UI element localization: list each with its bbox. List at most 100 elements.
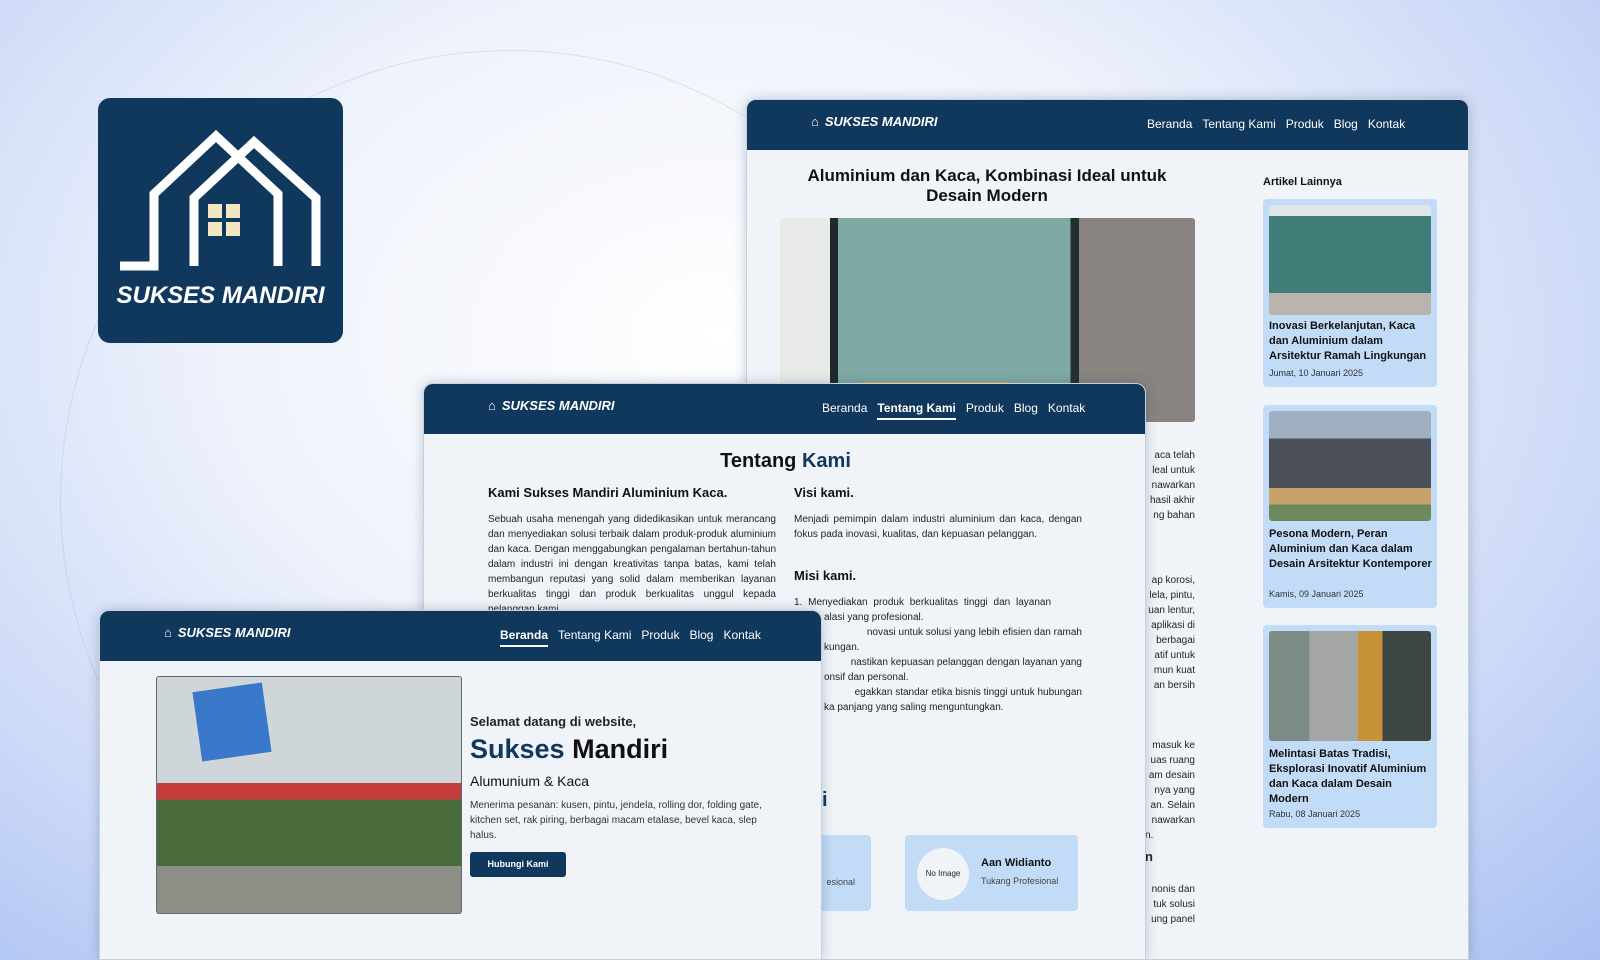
navbar-brand[interactable]: ⌂ SUKSES MANDIRI xyxy=(811,114,938,129)
text-line: lela, pintu, xyxy=(1149,590,1195,601)
brand-name: SUKSES MANDIRI xyxy=(824,114,938,129)
navbar-brand[interactable]: ⌂ SUKSES MANDIRI xyxy=(164,625,291,640)
nav-menu: Beranda Tentang Kami Produk Blog Kontak xyxy=(500,628,761,647)
misi-item: alasi yang profesional. xyxy=(824,612,924,623)
title-accent: Kami xyxy=(801,450,851,472)
misi-list: 1. Menyediakan produk berkualitas tinggi… xyxy=(794,595,1082,715)
article-title: Aluminium dan Kaca, Kombinasi Ideal untu… xyxy=(807,166,1167,205)
nav-tentang[interactable]: Tentang Kami xyxy=(1202,117,1275,134)
section-heading: n xyxy=(1145,849,1153,864)
text-line: tuk solusi xyxy=(1153,899,1195,910)
visi-text: Menjadi pemimpin dalam industri aluminiu… xyxy=(794,514,1082,540)
text-line: ng bahan xyxy=(1153,510,1195,521)
misi-item: ka panjang yang saling menguntungkan. xyxy=(824,702,1004,713)
text-line: uan lentur, xyxy=(1148,605,1195,616)
text-line: nya yang xyxy=(1154,785,1195,796)
hero-description: Menerima pesanan: kusen, pintu, jendela,… xyxy=(470,800,762,841)
avatar: No Image xyxy=(917,848,969,900)
nav-menu: Beranda Tentang Kami Produk Blog Kontak xyxy=(822,401,1085,420)
visi-title: Visi kami. xyxy=(794,485,854,500)
article-card[interactable]: Inovasi Berkelanjutan, Kaca dan Aluminiu… xyxy=(1263,199,1437,387)
house-logo-icon: ⌂ xyxy=(811,114,819,129)
title-part: Tentang xyxy=(720,450,797,472)
contact-button[interactable]: Hubungi Kami xyxy=(470,852,566,877)
brand-name: SUKSES MANDIRI xyxy=(177,625,291,640)
house-logo-icon: ⌂ xyxy=(164,625,172,640)
misi-item: onsif dan personal. xyxy=(824,672,909,683)
nav-blog[interactable]: Blog xyxy=(1334,117,1358,134)
text-line: atif untuk xyxy=(1154,650,1195,661)
text-line: uas ruang xyxy=(1150,755,1195,766)
article-card-title: Inovasi Berkelanjutan, Kaca dan Aluminiu… xyxy=(1269,320,1427,362)
article-thumbnail xyxy=(1269,411,1431,521)
storefront-photo xyxy=(156,676,462,914)
text-line: nonis dan xyxy=(1151,884,1195,895)
navbar: ⌂ SUKSES MANDIRI Beranda Tentang Kami Produ… xyxy=(100,611,821,661)
text-line: ung panel xyxy=(1151,914,1195,925)
text-line: n. xyxy=(1145,830,1154,841)
nav-blog[interactable]: Blog xyxy=(1014,401,1038,420)
nav-menu: Beranda Tentang Kami Produk Blog Kontak xyxy=(1147,117,1405,134)
nav-kontak[interactable]: Kontak xyxy=(1048,401,1085,420)
brand-logo-tile: SUKSES MANDIRI xyxy=(98,98,343,343)
text-line: nawarkan xyxy=(1151,480,1195,491)
nav-beranda[interactable]: Beranda xyxy=(500,628,549,647)
article-card[interactable]: Melintasi Batas Tradisi, Eksplorasi Inov… xyxy=(1263,625,1437,828)
team-heading: i xyxy=(822,789,828,811)
article-card-date: Rabu, 08 Januari 2025 xyxy=(1269,809,1361,819)
navbar: ⌂ SUKSES MANDIRI Beranda Tentang Kami Produ… xyxy=(747,100,1468,150)
sidebar-title: Artikel Lainnya xyxy=(1263,176,1342,188)
article-thumbnail xyxy=(1269,205,1431,315)
page-title: Tentang Kami xyxy=(424,450,1147,473)
nav-beranda[interactable]: Beranda xyxy=(822,401,867,420)
hero-title-part: Mandiri xyxy=(572,734,669,764)
nav-produk[interactable]: Produk xyxy=(641,628,679,647)
text-line: an. Selain xyxy=(1150,800,1195,811)
article-card[interactable]: Pesona Modern, Peran Aluminium dan Kaca … xyxy=(1263,405,1437,608)
nav-tentang[interactable]: Tentang Kami xyxy=(558,628,631,647)
text-line: masuk ke xyxy=(1152,740,1195,751)
house-logo-icon: ⌂ xyxy=(488,398,496,413)
nav-beranda[interactable]: Beranda xyxy=(1147,117,1192,134)
article-thumbnail xyxy=(1269,631,1431,741)
hero-title: Sukses Mandiri xyxy=(470,734,668,765)
house-logo-icon xyxy=(120,129,321,271)
team-name: Aan Widianto xyxy=(981,857,1052,869)
text-line: nawarkan xyxy=(1151,815,1195,826)
text-line: hasil akhir xyxy=(1149,495,1195,506)
navbar: ⌂ SUKSES MANDIRI Beranda Tentang Kami Produ… xyxy=(424,384,1145,434)
misi-item: 1. Menyediakan produk berkualitas tinggi… xyxy=(794,597,1052,608)
nav-tentang[interactable]: Tentang Kami xyxy=(877,401,956,420)
navbar-brand[interactable]: ⌂ SUKSES MANDIRI xyxy=(488,398,615,413)
text-line: aca telah xyxy=(1154,450,1195,461)
misi-item: novasi untuk solusi yang lebih efisien d… xyxy=(866,627,1082,638)
nav-produk[interactable]: Produk xyxy=(966,401,1004,420)
text-line: ap korosi, xyxy=(1151,575,1195,586)
text-line: mun kuat xyxy=(1153,665,1195,676)
team-role: esional xyxy=(826,877,855,887)
text-line: aplikasi di xyxy=(1151,620,1195,631)
misi-item: egakkan standar etika bisnis tinggi untu… xyxy=(854,687,1082,698)
article-card-date: Kamis, 09 Januari 2025 xyxy=(1269,589,1364,599)
article-body: aca telah leal untuk nawarkan hasil akhi… xyxy=(1145,448,1195,927)
misi-title: Misi kami. xyxy=(794,568,857,583)
text-line: an bersih xyxy=(1153,680,1195,691)
nav-kontak[interactable]: Kontak xyxy=(723,628,760,647)
brand-name: SUKSES MANDIRI xyxy=(501,398,615,413)
text-line: am desain xyxy=(1148,770,1195,781)
team-role: Tukang Profesional xyxy=(981,876,1059,886)
text-line: berbagai xyxy=(1156,635,1195,646)
article-card-title: Melintasi Batas Tradisi, Eksplorasi Inov… xyxy=(1269,748,1427,805)
intro-text: Sebuah usaha menengah yang didedikasikan… xyxy=(488,514,776,615)
home-window: ⌂ SUKSES MANDIRI Beranda Tentang Kami Produ… xyxy=(99,610,822,960)
intro-title: Kami Sukses Mandiri Aluminium Kaca. xyxy=(488,485,728,500)
nav-kontak[interactable]: Kontak xyxy=(1368,117,1405,134)
article-card-date: Jumat, 10 Januari 2025 xyxy=(1269,368,1364,378)
text-line: leal untuk xyxy=(1152,465,1195,476)
hero-title-accent: Sukses xyxy=(470,734,565,764)
nav-produk[interactable]: Produk xyxy=(1286,117,1324,134)
welcome-text: Selamat datang di website, xyxy=(470,714,637,729)
hero-subtitle: Alumunium & Kaca xyxy=(470,773,590,789)
misi-item: nastikan kepuasan pelanggan dengan layan… xyxy=(850,657,1082,668)
nav-blog[interactable]: Blog xyxy=(689,628,713,647)
